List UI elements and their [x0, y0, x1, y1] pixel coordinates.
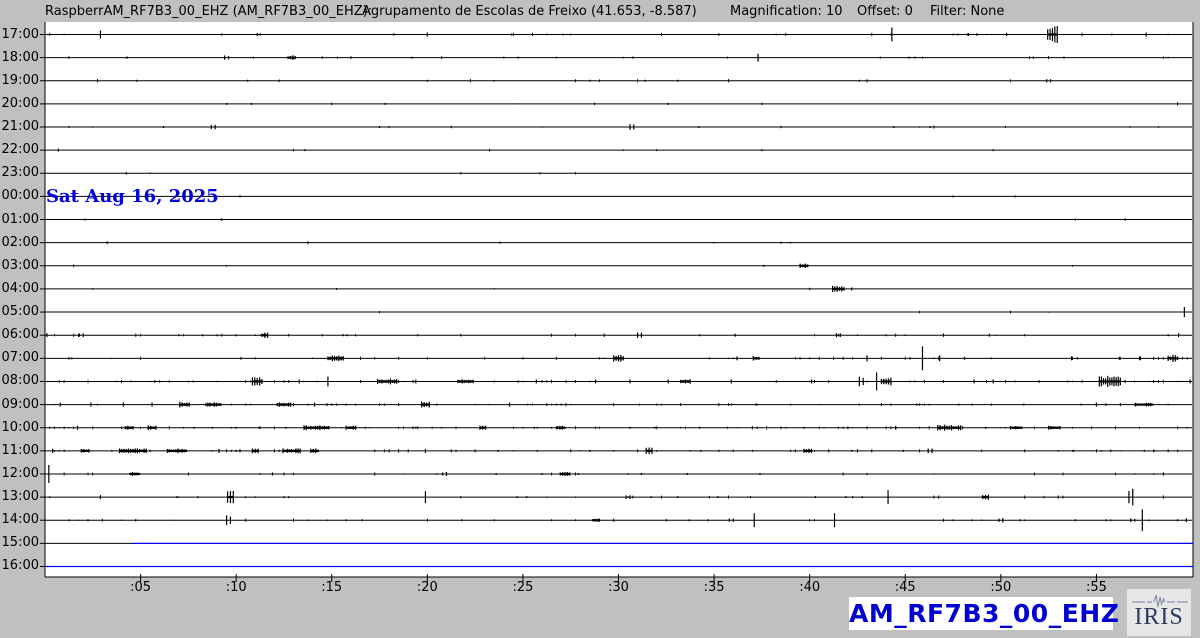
iris-logo: IRIS [1127, 589, 1191, 636]
hour-label: 15:00 [1, 535, 39, 550]
minute-label: :35 [694, 581, 734, 595]
station-badge: AM_RF7B3_00_EHZ [849, 597, 1113, 630]
helicorder-screen: RaspberrAM_RF7B3_00_EHZ (AM_RF7B3_00_EHZ… [0, 0, 1200, 638]
minute-label: :25 [503, 581, 543, 595]
hour-label: 05:00 [1, 304, 39, 319]
hour-label: 20:00 [1, 96, 39, 111]
minute-label: :30 [599, 581, 639, 595]
hour-label: 08:00 [1, 373, 39, 388]
station-title: RaspberrAM_RF7B3_00_EHZ (AM_RF7B3_00_EHZ… [45, 4, 372, 19]
minute-label: :50 [981, 581, 1021, 595]
hour-label: 16:00 [1, 558, 39, 573]
iris-logo-text: IRIS [1127, 605, 1191, 629]
minute-label: :15 [312, 581, 352, 595]
magnification-label: Magnification: 10 [730, 4, 843, 19]
hour-label: 17:00 [1, 27, 39, 42]
minute-label: :05 [121, 581, 161, 595]
hour-label: 21:00 [1, 119, 39, 134]
hour-label: 06:00 [1, 327, 39, 342]
hour-label: 23:00 [1, 165, 39, 180]
hour-label: 09:00 [1, 397, 39, 412]
station-location: Agrupamento de Escolas de Freixo (41.653… [362, 4, 697, 19]
hour-label: 10:00 [1, 420, 39, 435]
hour-label: 13:00 [1, 489, 39, 504]
minute-label: :20 [407, 581, 447, 595]
hour-label: 11:00 [1, 443, 39, 458]
helicorder-plot [40, 22, 1194, 588]
hour-label: 04:00 [1, 281, 39, 296]
hour-label: 02:00 [1, 235, 39, 250]
hour-label: 00:00 [1, 188, 39, 203]
offset-label: Offset: 0 [857, 4, 913, 19]
minute-label: :40 [790, 581, 830, 595]
hour-label: 12:00 [1, 466, 39, 481]
minute-label: :10 [216, 581, 256, 595]
filter-label: Filter: None [930, 4, 1004, 19]
date-annotation: Sat Aug 16, 2025 [46, 186, 219, 207]
hour-label: 03:00 [1, 258, 39, 273]
hour-label: 18:00 [1, 50, 39, 65]
hour-label: 19:00 [1, 73, 39, 88]
minute-label: :55 [1076, 581, 1116, 595]
hour-label: 22:00 [1, 142, 39, 157]
hour-label: 14:00 [1, 512, 39, 527]
minute-label: :45 [885, 581, 925, 595]
hour-label: 01:00 [1, 212, 39, 227]
hour-label: 07:00 [1, 350, 39, 365]
